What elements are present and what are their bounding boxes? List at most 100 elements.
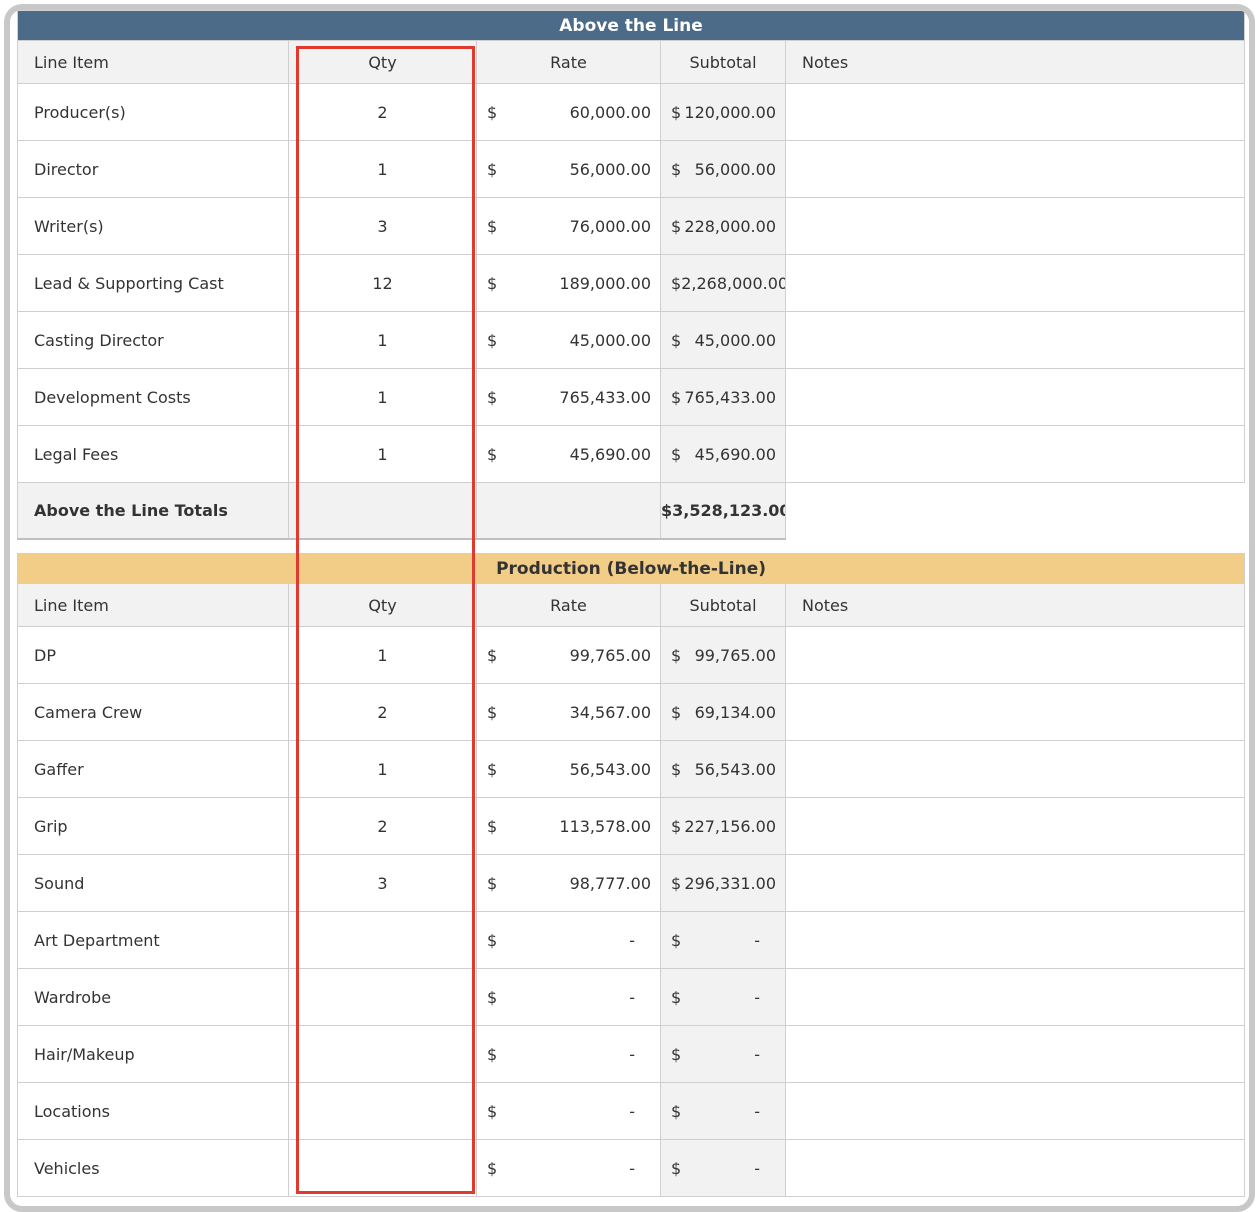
subtotal-cell[interactable]: $765,433.00 [660, 368, 786, 426]
notes-cell[interactable] [784, 1025, 1246, 1083]
qty-cell[interactable]: 2 [288, 797, 477, 855]
notes-cell[interactable] [784, 1082, 1246, 1140]
header-subtotal[interactable]: Subtotal [660, 40, 786, 84]
subtotal-cell[interactable]: $45,000.00 [660, 311, 786, 369]
totals-rate-cell[interactable] [476, 482, 661, 540]
header-line-item[interactable]: Line Item [17, 583, 289, 627]
subtotal-cell[interactable]: $56,543.00 [660, 740, 786, 798]
notes-cell[interactable] [784, 740, 1246, 798]
line-item-cell[interactable]: Wardrobe [17, 968, 289, 1026]
subtotal-cell[interactable]: $227,156.00 [660, 797, 786, 855]
rate-cell[interactable]: $56,543.00 [476, 740, 661, 798]
line-item-cell[interactable]: Director [17, 140, 289, 198]
notes-cell[interactable] [784, 968, 1246, 1026]
qty-cell[interactable]: 2 [288, 683, 477, 741]
subtotal-cell[interactable]: $ - [660, 1025, 786, 1083]
header-qty[interactable]: Qty [288, 583, 477, 627]
rate-cell[interactable]: $98,777.00 [476, 854, 661, 912]
notes-cell[interactable] [784, 425, 1246, 483]
qty-cell[interactable]: 1 [288, 368, 477, 426]
line-item-cell[interactable]: Art Department [17, 911, 289, 969]
rate-cell[interactable]: $ - [476, 1025, 661, 1083]
totals-value[interactable]: $3,528,123.00 [660, 482, 786, 540]
rate-cell[interactable]: $99,765.00 [476, 626, 661, 684]
header-rate[interactable]: Rate [476, 583, 661, 627]
line-item-cell[interactable]: Legal Fees [17, 425, 289, 483]
subtotal-cell[interactable]: $56,000.00 [660, 140, 786, 198]
subtotal-cell[interactable]: $2,268,000.00 [660, 254, 786, 312]
qty-cell[interactable] [288, 911, 477, 969]
notes-cell[interactable] [784, 626, 1246, 684]
notes-cell[interactable] [784, 683, 1246, 741]
notes-cell[interactable] [784, 797, 1246, 855]
rate-cell[interactable]: $ - [476, 1082, 661, 1140]
qty-cell[interactable]: 3 [288, 197, 477, 255]
rate-cell[interactable]: $113,578.00 [476, 797, 661, 855]
qty-cell[interactable] [288, 1025, 477, 1083]
subtotal-cell[interactable]: $296,331.00 [660, 854, 786, 912]
rate-cell[interactable]: $ - [476, 1139, 661, 1197]
notes-cell[interactable] [784, 311, 1246, 369]
line-item-cell[interactable]: Lead & Supporting Cast [17, 254, 289, 312]
line-item-cell[interactable]: Gaffer [17, 740, 289, 798]
qty-cell[interactable]: 1 [288, 740, 477, 798]
totals-qty-cell[interactable] [288, 482, 477, 540]
notes-cell[interactable] [784, 83, 1246, 141]
qty-cell[interactable]: 3 [288, 854, 477, 912]
notes-cell[interactable] [784, 254, 1246, 312]
totals-label[interactable]: Above the Line Totals [17, 482, 289, 540]
line-item-cell[interactable]: Vehicles [17, 1139, 289, 1197]
qty-cell[interactable] [288, 1082, 477, 1140]
line-item-cell[interactable]: Casting Director [17, 311, 289, 369]
notes-cell[interactable] [784, 197, 1246, 255]
qty-cell[interactable]: 1 [288, 140, 477, 198]
rate-cell[interactable]: $45,690.00 [476, 425, 661, 483]
subtotal-cell[interactable]: $45,690.00 [660, 425, 786, 483]
line-item-cell[interactable]: Hair/Makeup [17, 1025, 289, 1083]
rate-cell[interactable]: $45,000.00 [476, 311, 661, 369]
qty-cell[interactable]: 12 [288, 254, 477, 312]
notes-cell[interactable] [784, 140, 1246, 198]
line-item-cell[interactable]: Producer(s) [17, 83, 289, 141]
qty-cell[interactable]: 2 [288, 83, 477, 141]
header-qty[interactable]: Qty [288, 40, 477, 84]
rate-cell[interactable]: $765,433.00 [476, 368, 661, 426]
notes-cell[interactable] [784, 1139, 1246, 1197]
qty-cell[interactable]: 1 [288, 311, 477, 369]
rate-cell[interactable]: $56,000.00 [476, 140, 661, 198]
subtotal-cell[interactable]: $69,134.00 [660, 683, 786, 741]
header-line-item[interactable]: Line Item [17, 40, 289, 84]
rate-cell[interactable]: $34,567.00 [476, 683, 661, 741]
header-rate[interactable]: Rate [476, 40, 661, 84]
qty-cell[interactable]: 1 [288, 425, 477, 483]
qty-cell[interactable]: 1 [288, 626, 477, 684]
line-item-cell[interactable]: Locations [17, 1082, 289, 1140]
notes-cell[interactable] [784, 368, 1246, 426]
subtotal-amount: - [754, 1101, 760, 1121]
line-item-cell[interactable]: DP [17, 626, 289, 684]
subtotal-cell[interactable]: $ - [660, 911, 786, 969]
header-notes[interactable]: Notes [784, 583, 1246, 627]
subtotal-cell[interactable]: $120,000.00 [660, 83, 786, 141]
header-notes[interactable]: Notes [784, 40, 1246, 84]
notes-cell[interactable] [784, 911, 1246, 969]
line-item-cell[interactable]: Development Costs [17, 368, 289, 426]
line-item-cell[interactable]: Writer(s) [17, 197, 289, 255]
header-subtotal[interactable]: Subtotal [660, 583, 786, 627]
rate-cell[interactable]: $ - [476, 968, 661, 1026]
subtotal-cell[interactable]: $ - [660, 1082, 786, 1140]
subtotal-cell[interactable]: $99,765.00 [660, 626, 786, 684]
rate-cell[interactable]: $ - [476, 911, 661, 969]
notes-cell[interactable] [784, 854, 1246, 912]
subtotal-cell[interactable]: $ - [660, 968, 786, 1026]
subtotal-cell[interactable]: $228,000.00 [660, 197, 786, 255]
rate-cell[interactable]: $189,000.00 [476, 254, 661, 312]
subtotal-cell[interactable]: $ - [660, 1139, 786, 1197]
line-item-cell[interactable]: Camera Crew [17, 683, 289, 741]
qty-cell[interactable] [288, 1139, 477, 1197]
line-item-cell[interactable]: Grip [17, 797, 289, 855]
line-item-cell[interactable]: Sound [17, 854, 289, 912]
rate-cell[interactable]: $76,000.00 [476, 197, 661, 255]
qty-cell[interactable] [288, 968, 477, 1026]
rate-cell[interactable]: $60,000.00 [476, 83, 661, 141]
